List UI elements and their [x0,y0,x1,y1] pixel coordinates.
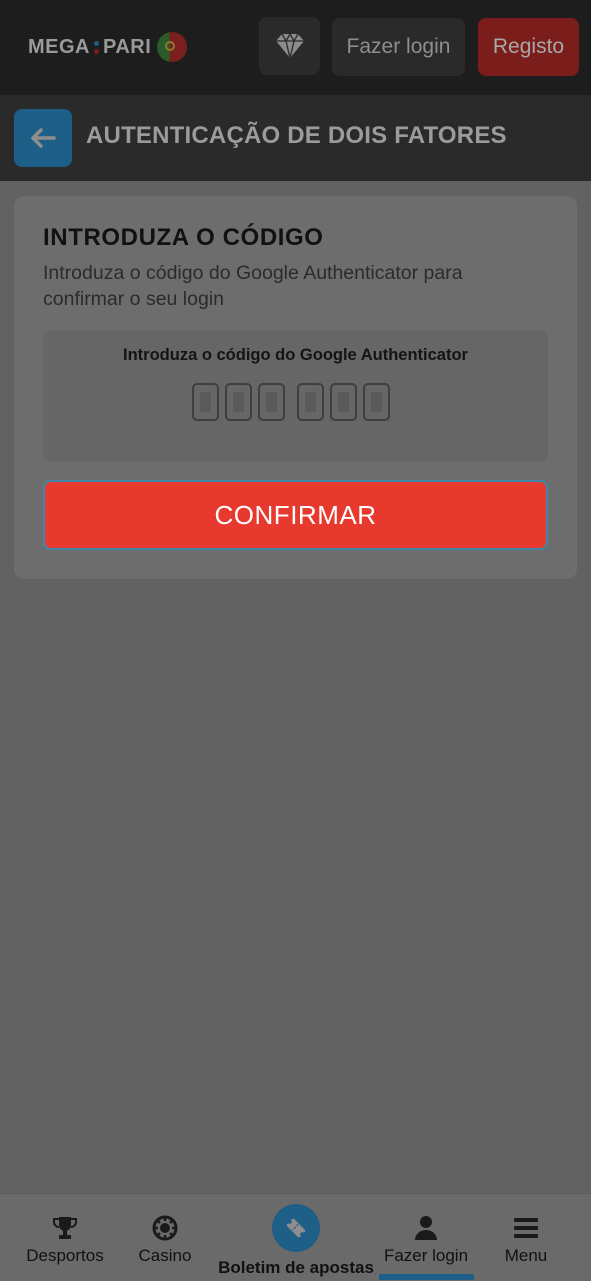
logo-text-mega: MEGA [28,35,90,58]
bottom-navigation: Desportos Casino Boletim de apostas Faze… [0,1193,591,1281]
diamond-button[interactable] [259,17,320,75]
two-factor-card: INTRODUZA O CÓDIGO Introduza o código do… [14,196,577,579]
confirm-button[interactable]: CONFIRMAR [43,480,548,550]
nav-item-sports[interactable]: Desportos [14,1194,116,1281]
nav-item-login[interactable]: Fazer login [378,1194,474,1281]
logo-dots [94,40,99,54]
megapari-logo[interactable]: MEGA PARI [28,32,188,62]
back-button[interactable] [14,109,72,167]
user-icon [415,1216,437,1240]
nav-label-casino: Casino [138,1246,192,1265]
code-digit-3[interactable] [258,383,285,421]
code-input-label: Introduza o código do Google Authenticat… [123,346,468,364]
nav-label-menu: Menu [504,1246,548,1265]
portugal-flag-icon [157,32,188,62]
trophy-icon [53,1217,77,1239]
nav-item-casino[interactable]: Casino [125,1194,205,1281]
page-title: AUTENTICAÇÃO DE DOIS FATORES [86,122,507,149]
code-digit-group [192,383,396,421]
diamond-icon [275,33,304,59]
top-header: MEGA PARI Fazer login Registo [0,0,591,95]
nav-label-betslip: Boletim de apostas [218,1258,374,1277]
code-digit-2[interactable] [225,383,252,421]
register-button[interactable]: Registo [478,18,579,76]
hamburger-menu-icon [514,1218,538,1238]
code-digit-5[interactable] [330,383,357,421]
nav-item-betslip[interactable]: Boletim de apostas [216,1194,376,1281]
code-digit-4[interactable] [297,383,324,421]
active-tab-indicator [379,1274,474,1280]
code-input-box: Introduza o código do Google Authenticat… [43,330,548,462]
page-title-bar: AUTENTICAÇÃO DE DOIS FATORES [0,95,591,181]
login-button[interactable]: Fazer login [332,18,465,76]
code-digit-1[interactable] [192,383,219,421]
betslip-circle [272,1204,320,1252]
code-digit-6[interactable] [363,383,390,421]
casino-chip-icon [152,1215,178,1241]
nav-item-menu[interactable]: Menu [487,1194,565,1281]
ticket-icon [286,1218,306,1238]
nav-label-login: Fazer login [383,1246,469,1265]
card-heading: INTRODUZA O CÓDIGO [43,224,324,251]
nav-label-sports: Desportos [26,1246,104,1265]
logo-text-pari: PARI [103,35,152,58]
arrow-left-icon [31,128,56,148]
card-description: Introduza o código do Google Authenticat… [43,262,463,310]
